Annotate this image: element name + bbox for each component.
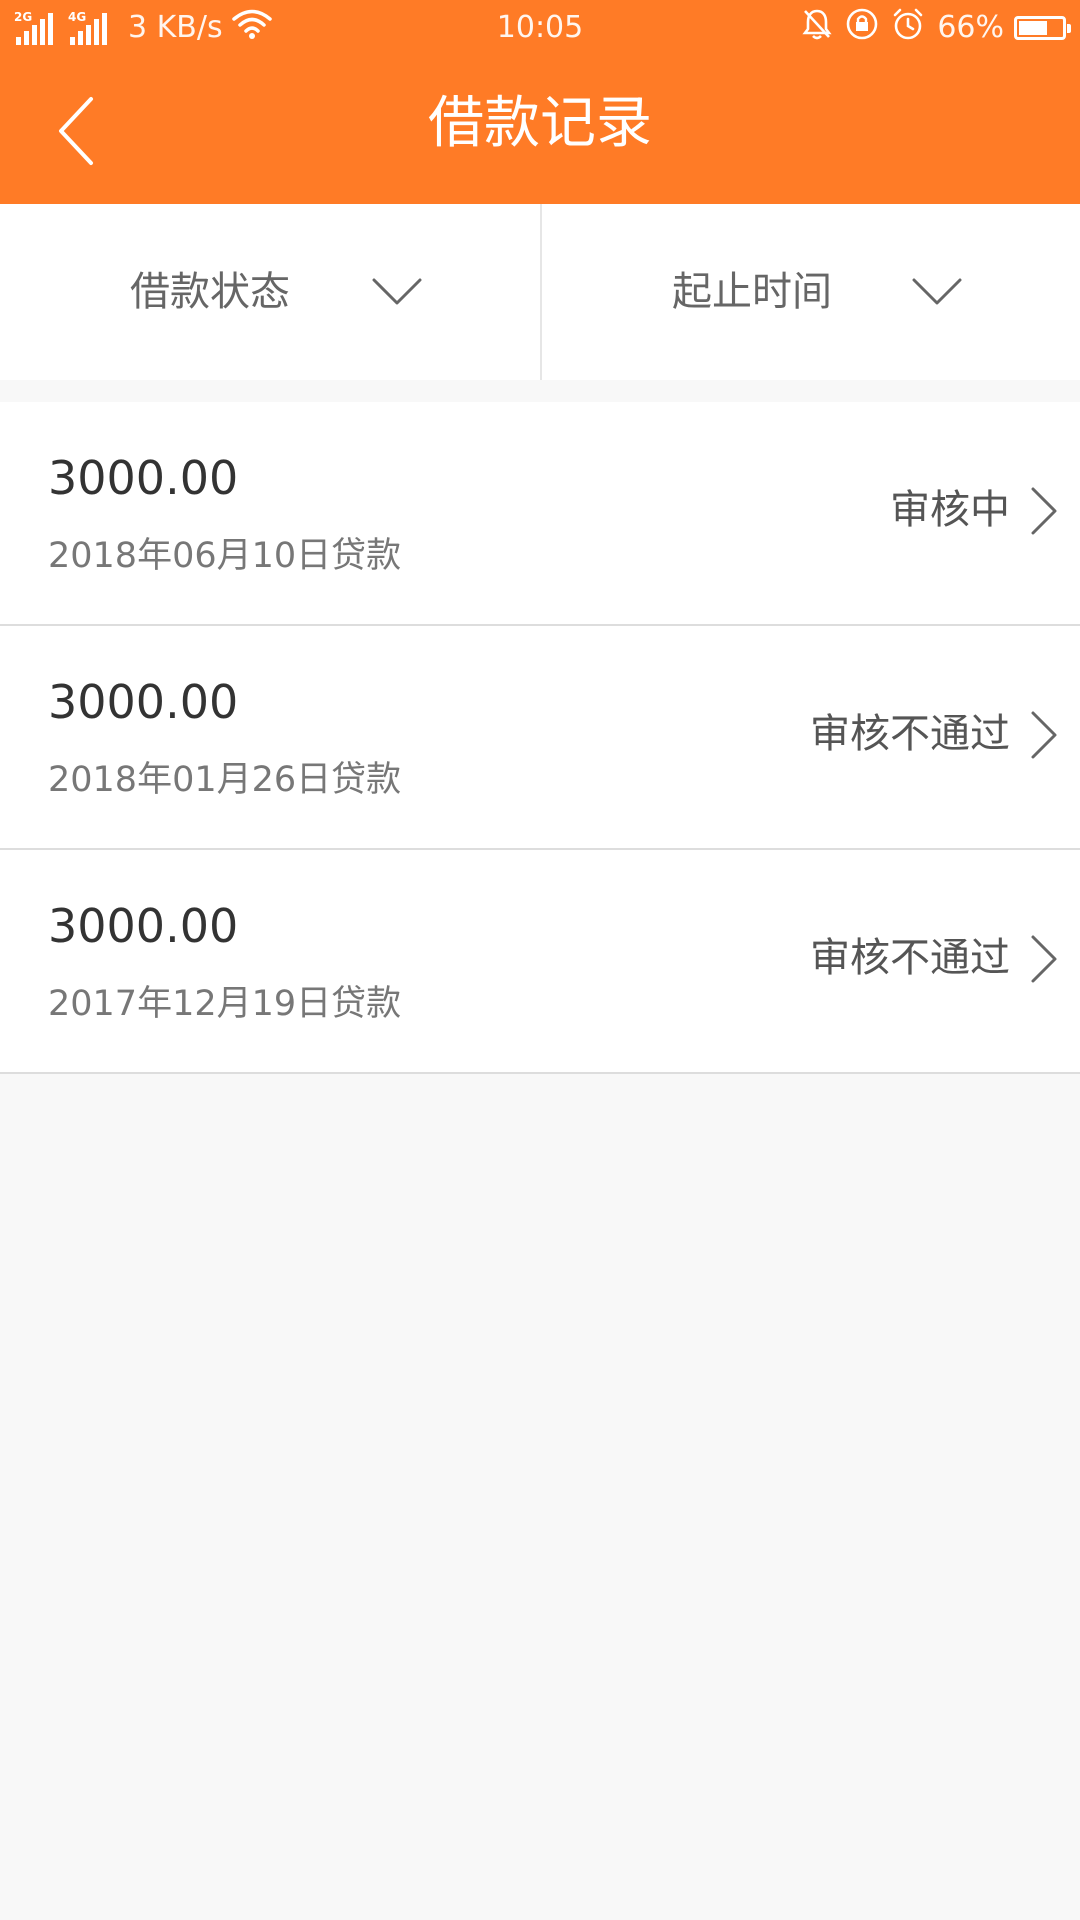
chevron-right-icon	[1030, 934, 1058, 988]
loan-date: 2018年01月26日贷款	[48, 760, 402, 800]
filter-bar: 借款状态 起止时间	[0, 204, 1080, 380]
status-bar: 2G 4G 3 KB/s 10:05 66%	[0, 0, 1080, 56]
chevron-down-icon	[912, 278, 962, 310]
nav-bar: 借款记录	[0, 56, 1080, 204]
list-item[interactable]: 3000.00 2018年01月26日贷款 审核不通过	[0, 626, 1080, 850]
app-header: 2G 4G 3 KB/s 10:05 66% 借款记录	[0, 0, 1080, 204]
filter-label: 起止时间	[672, 269, 832, 315]
list-item[interactable]: 3000.00 2018年06月10日贷款 审核中	[0, 402, 1080, 626]
loan-amount: 3000.00	[48, 451, 239, 505]
battery-percent: 66%	[937, 10, 1004, 45]
filter-loan-status[interactable]: 借款状态	[0, 204, 540, 380]
loan-amount: 3000.00	[48, 675, 239, 729]
loan-status: 审核不通过	[810, 711, 1010, 757]
mute-bell-icon	[801, 7, 833, 49]
page-title: 借款记录	[428, 91, 652, 156]
loan-amount: 3000.00	[48, 899, 239, 953]
loan-date: 2018年06月10日贷款	[48, 536, 402, 576]
alarm-icon	[891, 7, 925, 49]
chevron-right-icon	[1030, 710, 1058, 764]
chevron-down-icon	[372, 278, 422, 310]
list-item[interactable]: 3000.00 2017年12月19日贷款 审核不通过	[0, 850, 1080, 1074]
loan-status: 审核中	[890, 487, 1010, 533]
status-right: 66%	[789, 7, 1071, 49]
loan-date: 2017年12月19日贷款	[48, 984, 402, 1024]
lock-rotation-icon	[845, 7, 879, 49]
chevron-right-icon	[1030, 486, 1058, 540]
battery-icon	[1014, 16, 1071, 40]
filter-label: 借款状态	[130, 269, 290, 315]
filter-date-range[interactable]: 起止时间	[540, 204, 1080, 380]
loan-status: 审核不通过	[810, 935, 1010, 981]
loan-record-list: 3000.00 2018年06月10日贷款 审核中 3000.00 2018年0…	[0, 402, 1080, 1074]
